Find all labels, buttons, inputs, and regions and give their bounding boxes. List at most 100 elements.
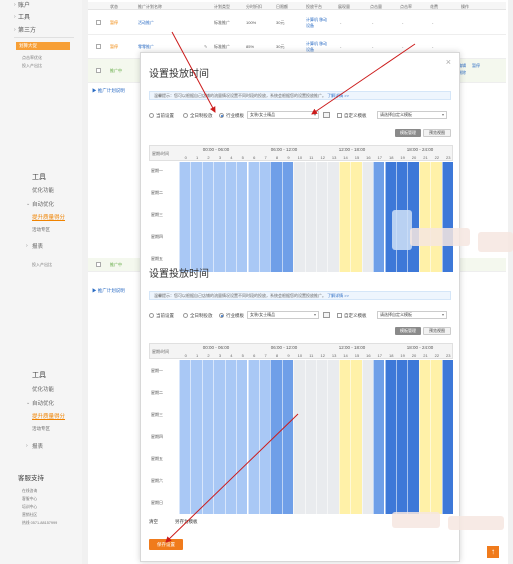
hour-column[interactable] bbox=[281, 360, 294, 514]
hour-column[interactable] bbox=[201, 360, 214, 514]
template-manage-button[interactable]: 模板管理 bbox=[395, 327, 421, 335]
hour-column[interactable] bbox=[373, 360, 385, 514]
tools-item[interactable]: 自动优化 bbox=[32, 399, 54, 407]
template-manage-button[interactable]: 模板管理 bbox=[395, 129, 421, 137]
radio-industry[interactable] bbox=[219, 113, 224, 118]
sidebar-item-tools[interactable]: 工具 bbox=[18, 12, 30, 21]
help-item[interactable]: 热线 0571-88157999 bbox=[22, 521, 57, 526]
row-checkbox[interactable] bbox=[96, 44, 101, 49]
note-link[interactable]: 了解详情 >> bbox=[327, 93, 349, 98]
sidebar-subitem[interactable]: 投入产出比 bbox=[22, 63, 42, 69]
hour-column[interactable] bbox=[430, 162, 442, 272]
tools-item[interactable]: 报表 bbox=[32, 242, 43, 250]
hour-column[interactable] bbox=[373, 162, 385, 272]
hour-column[interactable] bbox=[361, 360, 374, 514]
hour-column[interactable] bbox=[350, 162, 362, 272]
plan-help-link[interactable]: ▶ 推广计划说明 bbox=[92, 288, 125, 294]
hour-column[interactable] bbox=[247, 162, 259, 272]
hour-column[interactable] bbox=[338, 162, 351, 272]
help-item[interactable]: 客服中心 bbox=[22, 497, 37, 502]
row-plan-name[interactable]: 零零推广 bbox=[138, 44, 154, 50]
hour-column[interactable] bbox=[258, 162, 271, 272]
hour-column[interactable] bbox=[327, 162, 339, 272]
radio-all-day[interactable] bbox=[183, 113, 188, 118]
hour-column[interactable] bbox=[338, 360, 351, 514]
radio-all-day[interactable] bbox=[183, 313, 188, 318]
hour-column[interactable] bbox=[190, 162, 202, 272]
hour-column[interactable] bbox=[236, 162, 248, 272]
hour-column[interactable] bbox=[281, 162, 294, 272]
tools-item[interactable]: 优化功能 bbox=[32, 385, 54, 393]
tools-item[interactable]: 报表 bbox=[32, 442, 43, 450]
radio-current[interactable] bbox=[149, 313, 154, 318]
clear-link[interactable]: 清空 bbox=[149, 519, 158, 525]
sidebar-subitem[interactable]: 点击率优化 bbox=[22, 55, 42, 61]
tools-item[interactable]: 活动专区 bbox=[32, 227, 50, 233]
tools-item-active[interactable]: 提升质量得分 bbox=[32, 412, 65, 420]
custom-template-select[interactable]: 请选择自定义模板 bbox=[377, 111, 447, 119]
industry-select[interactable]: 女装/女士精品 bbox=[247, 311, 319, 319]
row-platform[interactable]: 计算机 移动设备 bbox=[306, 17, 330, 29]
preview-button[interactable]: 预览视图 bbox=[423, 327, 451, 335]
hour-column[interactable] bbox=[361, 162, 374, 272]
row-plan-name[interactable]: 活动推广 bbox=[138, 20, 154, 26]
hour-column[interactable] bbox=[179, 360, 191, 514]
note-link[interactable]: 了解详情 >> bbox=[327, 293, 349, 298]
hour-column[interactable] bbox=[293, 162, 305, 272]
sidebar-item-third-party[interactable]: 第三方 bbox=[18, 25, 36, 34]
hour-column[interactable] bbox=[224, 162, 237, 272]
sidebar-item-active[interactable]: 划算大促 bbox=[16, 42, 70, 50]
hour-column[interactable] bbox=[236, 360, 248, 514]
hour-column[interactable] bbox=[407, 360, 419, 514]
hour-column[interactable] bbox=[213, 162, 225, 272]
hour-column[interactable] bbox=[293, 360, 305, 514]
hour-column[interactable] bbox=[201, 162, 214, 272]
hour-column[interactable] bbox=[270, 360, 282, 514]
apply-icon[interactable] bbox=[323, 312, 330, 318]
hour-column[interactable] bbox=[327, 360, 339, 514]
save-template-link[interactable]: 另存为模板 bbox=[175, 519, 198, 525]
hour-column[interactable] bbox=[224, 360, 237, 514]
edit-icon[interactable]: ✎ bbox=[204, 44, 207, 49]
sidebar-item-account[interactable]: 账户 bbox=[18, 0, 30, 9]
hour-column[interactable] bbox=[247, 360, 259, 514]
radio-industry[interactable] bbox=[219, 313, 224, 318]
hour-column[interactable] bbox=[384, 360, 396, 514]
tools-item-active[interactable]: 提升质量得分 bbox=[32, 213, 65, 221]
radio-current[interactable] bbox=[149, 113, 154, 118]
save-settings-button[interactable]: 保存设置 bbox=[149, 539, 183, 550]
schedule-grid[interactable] bbox=[179, 360, 453, 514]
hour-column[interactable] bbox=[441, 360, 453, 514]
hour-column[interactable] bbox=[430, 360, 442, 514]
hour-column[interactable] bbox=[258, 360, 271, 514]
tools-item[interactable]: 活动专区 bbox=[32, 426, 50, 432]
help-item[interactable]: 培训中心 bbox=[22, 505, 37, 510]
industry-select[interactable]: 女装/女士精品 bbox=[247, 111, 319, 119]
hour-column[interactable] bbox=[441, 162, 453, 272]
plan-help-link[interactable]: ▶ 推广计划说明 bbox=[92, 88, 125, 94]
hour-column[interactable] bbox=[179, 162, 191, 272]
back-to-top-button[interactable]: ↑ bbox=[487, 546, 499, 558]
close-icon[interactable]: × bbox=[446, 57, 451, 67]
hour-column[interactable] bbox=[418, 162, 431, 272]
help-item[interactable]: 在线咨询 bbox=[22, 489, 37, 494]
hour-column[interactable] bbox=[316, 360, 328, 514]
help-item[interactable]: 营销社区 bbox=[22, 513, 37, 518]
hour-column[interactable] bbox=[418, 360, 431, 514]
row-checkbox[interactable] bbox=[96, 20, 101, 25]
row-pause-link[interactable]: 暂停 bbox=[472, 63, 480, 69]
hour-column[interactable] bbox=[304, 162, 316, 272]
row-checkbox[interactable] bbox=[96, 68, 101, 73]
tools-footer[interactable]: 投入产出比 bbox=[32, 262, 52, 268]
hour-column[interactable] bbox=[190, 360, 202, 514]
preview-button[interactable]: 预览视图 bbox=[423, 129, 451, 137]
custom-template-select[interactable]: 请选择自定义模板 bbox=[377, 311, 447, 319]
tools-item[interactable]: 优化功能 bbox=[32, 186, 54, 194]
custom-checkbox[interactable] bbox=[337, 113, 342, 118]
apply-icon[interactable] bbox=[323, 112, 330, 118]
hour-column[interactable] bbox=[270, 162, 282, 272]
row-checkbox[interactable] bbox=[96, 262, 101, 267]
hour-column[interactable] bbox=[304, 360, 316, 514]
hour-column[interactable] bbox=[395, 360, 408, 514]
custom-checkbox[interactable] bbox=[337, 313, 342, 318]
